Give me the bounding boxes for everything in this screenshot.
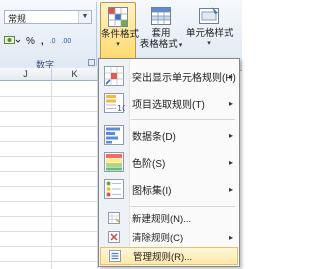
group-separator — [96, 2, 97, 66]
menu-item-label: 色阶(S) — [132, 158, 166, 170]
chevron-down-icon: ▾ — [207, 40, 211, 47]
highlight-cells-icon — [104, 66, 124, 86]
gridline — [0, 186, 100, 187]
conditional-formatting-button[interactable]: 条件格式 ▾ — [100, 2, 140, 62]
menu-item-top-bottom-rules[interactable]: 10 项目选取规则(T) ▸ — [100, 90, 238, 116]
conditional-formatting-label: 条件格式 — [101, 29, 140, 40]
gridline — [0, 141, 100, 142]
svg-text:10: 10 — [117, 104, 125, 113]
number-format-dropdown[interactable]: 常规 ▼ — [4, 10, 92, 24]
gridline — [0, 111, 100, 112]
chevron-down-icon[interactable]: ▼ — [78, 11, 91, 23]
data-bars-icon — [104, 125, 124, 145]
menu-item-color-scales[interactable]: 色阶(S) ▸ — [100, 149, 238, 175]
menu-item-label: 清除规则(C) — [132, 233, 184, 244]
menu-item-label: 数据条(D) — [132, 131, 176, 143]
format-as-table-label-line2: 表格格式 — [139, 39, 178, 50]
format-as-table-icon — [151, 7, 171, 25]
number-format-buttons: % , .0 .00 — [4, 34, 71, 48]
menu-item-icon-sets[interactable]: 图标集(I) ▸ — [100, 176, 238, 202]
format-as-table-button[interactable]: 套用 表格格式 ▾ — [140, 2, 182, 62]
comma-style-button[interactable]: , — [41, 36, 44, 47]
decrease-decimal-label: .00 — [61, 37, 72, 45]
conditional-formatting-icon — [108, 7, 128, 27]
menu-item-label: 项目选取规则(T) — [132, 99, 205, 111]
manage-rules-icon — [109, 250, 121, 262]
submenu-arrow-icon: ▸ — [228, 130, 233, 140]
decrease-decimal-button[interactable]: .00 — [62, 38, 72, 45]
submenu-arrow-icon: ▸ — [228, 71, 233, 81]
number-format-value: 常规 — [8, 14, 27, 24]
icon-sets-icon — [104, 179, 124, 199]
top-bottom-rules-icon: 10 — [104, 93, 125, 113]
menu-separator — [131, 206, 235, 207]
new-rule-icon — [108, 212, 120, 224]
accounting-format-icon — [4, 36, 20, 44]
chevron-down-icon: ▾ — [116, 41, 120, 48]
gridline — [0, 171, 100, 172]
clear-rules-icon — [108, 231, 120, 243]
color-scales-icon — [104, 152, 124, 172]
gridline — [0, 96, 100, 97]
menu-item-new-rule[interactable]: 新建规则(N)... — [100, 209, 238, 227]
submenu-arrow-icon: ▸ — [228, 184, 233, 194]
gridline — [0, 216, 100, 217]
gridline — [0, 231, 100, 232]
menu-item-highlight-cells-rules[interactable]: 突出显示单元格规则(H) ▸ — [100, 63, 238, 89]
cell-styles-label: 单元格样式 — [186, 28, 234, 39]
increase-decimal-button[interactable]: .0 — [50, 38, 56, 45]
menu-separator — [131, 119, 235, 120]
menu-item-label: 突出显示单元格规则(H) — [132, 72, 236, 84]
percent-style-button[interactable]: % — [26, 36, 35, 47]
menu-item-label: 新建规则(N)... — [132, 214, 192, 225]
submenu-arrow-icon: ▸ — [228, 232, 233, 242]
menu-item-data-bars[interactable]: 数据条(D) ▸ — [100, 122, 238, 148]
column-header-j[interactable]: J — [0, 68, 52, 81]
increase-decimal-label: .0 — [49, 37, 56, 45]
gridline — [0, 246, 100, 247]
menu-item-manage-rules[interactable]: 管理规则(R)... — [100, 247, 238, 265]
cell-styles-button[interactable]: 单元格样式 ▾ — [186, 2, 234, 62]
gridline — [0, 261, 100, 262]
conditional-formatting-menu: 突出显示单元格规则(H) ▸ 10 项目选取规则(T) ▸ 数据条(D) ▸ 色… — [98, 58, 240, 267]
gridline — [0, 201, 100, 202]
menu-item-label: 图标集(I) — [132, 185, 172, 197]
accounting-format-button[interactable] — [4, 35, 20, 47]
column-header-k[interactable]: K — [52, 68, 98, 81]
submenu-arrow-icon: ▸ — [228, 98, 233, 108]
gridline — [0, 126, 100, 127]
gridline — [51, 81, 52, 269]
menu-item-clear-rules[interactable]: 清除规则(C) ▸ — [100, 228, 238, 246]
submenu-arrow-icon: ▸ — [228, 157, 233, 167]
format-as-table-label-line1: 套用 — [151, 28, 171, 39]
chevron-down-icon: ▾ — [178, 41, 183, 49]
dialog-launcher-icon[interactable] — [88, 59, 95, 66]
cell-styles-icon — [199, 7, 219, 24]
menu-item-label: 管理规则(R)... — [133, 252, 193, 263]
gridline — [0, 156, 100, 157]
